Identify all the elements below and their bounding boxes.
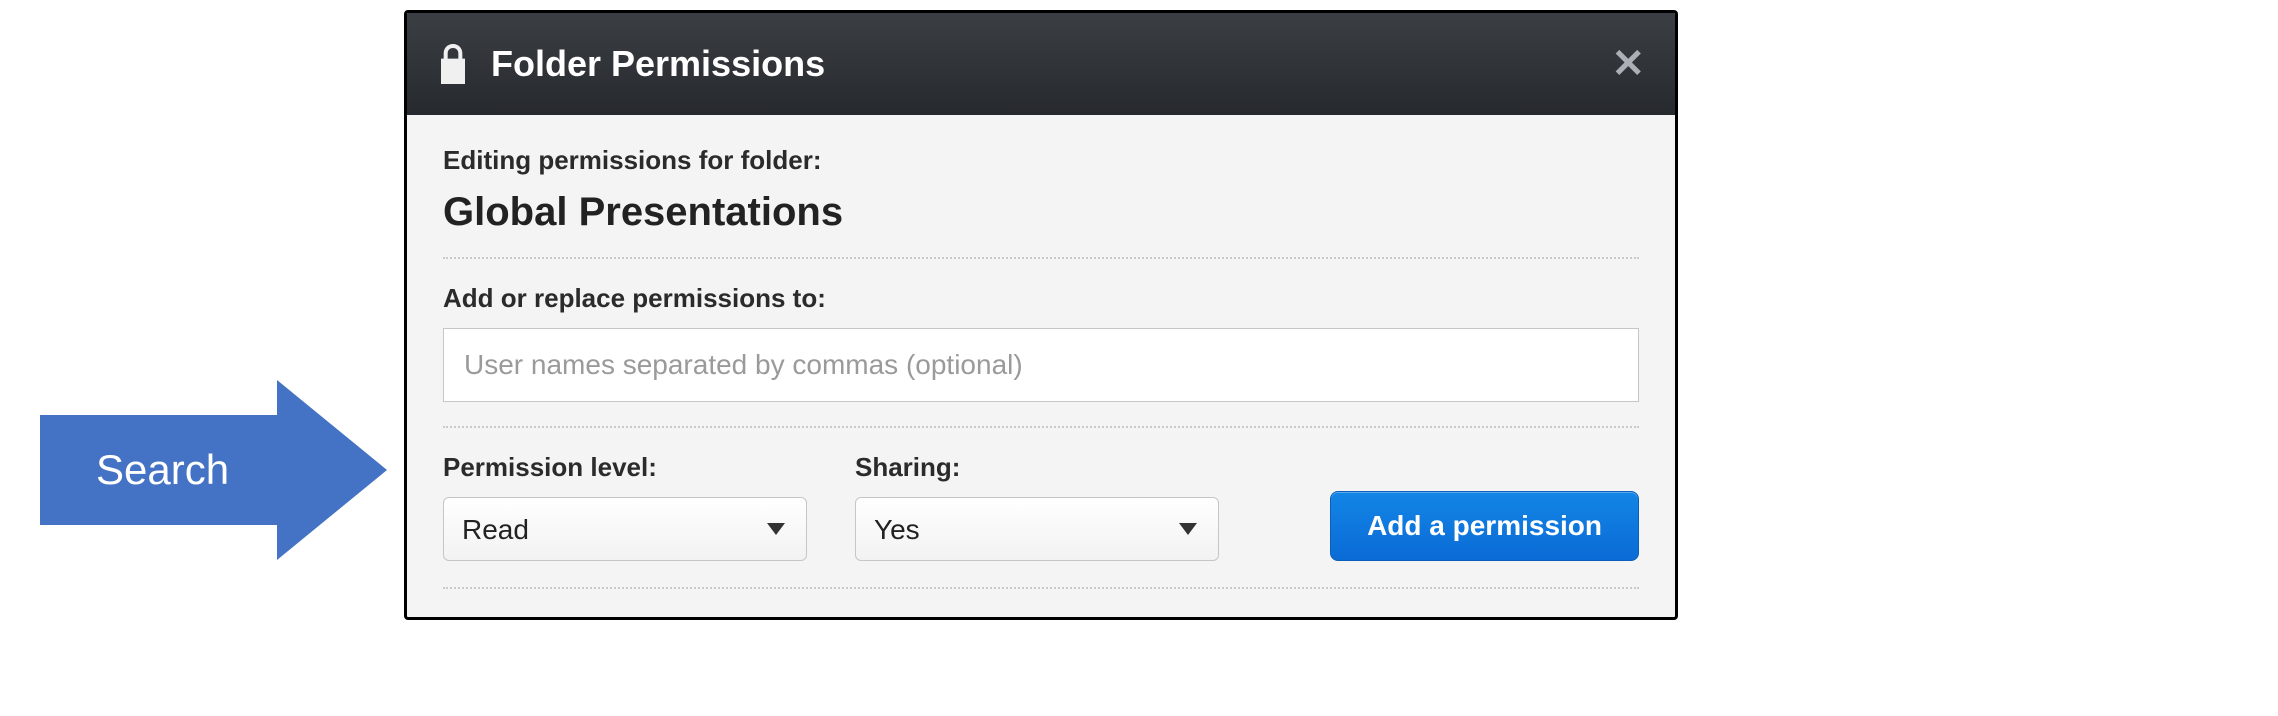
permission-level-select[interactable]: Read [443, 497, 807, 561]
add-replace-label: Add or replace permissions to: [443, 283, 1639, 314]
permission-level-label: Permission level: [443, 452, 807, 483]
folder-permissions-dialog: Folder Permissions ✕ Editing permissions… [404, 10, 1678, 620]
folder-name: Global Presentations [443, 190, 1639, 235]
close-icon[interactable]: ✕ [1611, 44, 1645, 84]
editing-label: Editing permissions for folder: [443, 145, 1639, 176]
divider [443, 426, 1639, 428]
sharing-label: Sharing: [855, 452, 1219, 483]
add-permission-button[interactable]: Add a permission [1330, 491, 1639, 561]
divider [443, 587, 1639, 589]
lock-icon [437, 44, 469, 84]
sharing-select[interactable]: Yes [855, 497, 1219, 561]
search-callout-arrow: Search [40, 380, 387, 560]
callout-label: Search [40, 415, 277, 525]
user-names-input[interactable] [443, 328, 1639, 402]
arrow-right-icon [277, 380, 387, 560]
dialog-titlebar: Folder Permissions ✕ [407, 13, 1675, 115]
dialog-title: Folder Permissions [491, 43, 1611, 85]
dialog-body: Editing permissions for folder: Global P… [407, 115, 1675, 617]
divider [443, 257, 1639, 259]
